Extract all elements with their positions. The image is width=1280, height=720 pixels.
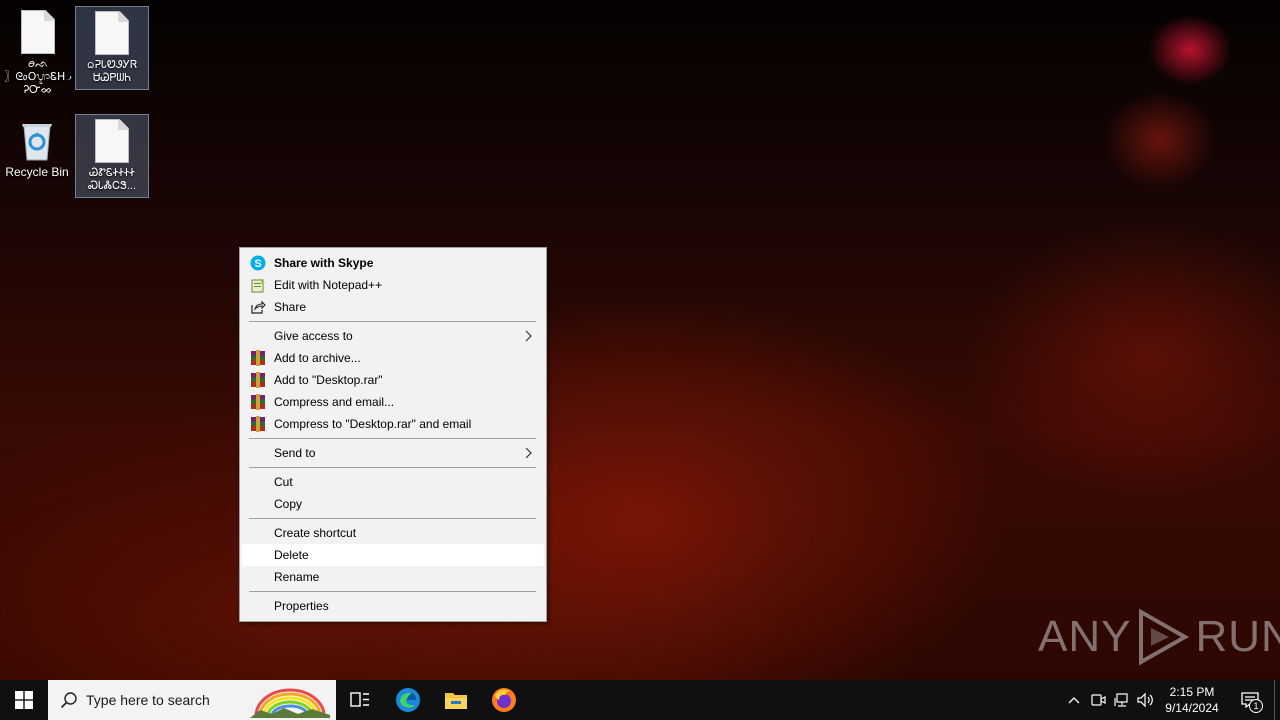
edge-icon <box>396 688 420 712</box>
clock[interactable]: 2:15 PM 9/14/2024 <box>1158 680 1226 720</box>
desktop-recycle-bin[interactable]: Recycle Bin <box>0 114 74 184</box>
menu-item-label: Properties <box>274 599 329 613</box>
svg-text:S: S <box>254 258 261 270</box>
menu-separator <box>249 438 536 439</box>
taskbar-search-box[interactable]: Type here to search <box>48 680 336 720</box>
desktop-icon-label: Recycle Bin <box>5 165 69 179</box>
winrar-icon <box>251 416 265 432</box>
menu-item-add-to-archive[interactable]: Add to archive... <box>242 347 544 369</box>
network-icon <box>1114 693 1128 707</box>
menu-item-label: Add to "Desktop.rar" <box>274 373 383 387</box>
menu-item-copy[interactable]: Copy <box>242 493 544 515</box>
menu-item-add-to-desktop-rar[interactable]: Add to "Desktop.rar" <box>242 369 544 391</box>
menu-item-label: Share with Skype <box>274 256 374 270</box>
context-menu: S Share with Skype Edit with Notepad++ S… <box>239 247 547 622</box>
windows-logo-icon <box>15 691 33 709</box>
search-placeholder: Type here to search <box>86 692 210 708</box>
menu-item-edit-with-notepad[interactable]: Edit with Notepad++ <box>242 274 544 296</box>
watermark-right: RUN <box>1195 612 1280 661</box>
show-desktop-button[interactable] <box>1274 680 1280 720</box>
search-icon <box>60 692 77 709</box>
menu-item-label: Cut <box>274 475 293 489</box>
file-explorer-icon <box>445 693 467 709</box>
volume-button[interactable] <box>1134 680 1158 720</box>
notification-count-badge: 1 <box>1249 699 1263 713</box>
system-tray: 2:15 PM 9/14/2024 1 <box>1062 680 1280 720</box>
menu-item-label: Compress and email... <box>274 395 395 409</box>
search-highlight-rainbow-icon <box>250 688 330 718</box>
chevron-right-icon <box>525 447 532 459</box>
menu-item-label: Share <box>274 300 307 314</box>
desktop-icon-label: ᨵᕈᏓᏬᏭᎩᏒ ᏌᏊᏢᗯᏂ <box>86 59 138 84</box>
task-view-icon <box>350 692 369 707</box>
edge-button[interactable] <box>384 680 432 720</box>
menu-item-compress-to-desktop-rar-and-email[interactable]: Compress to "Desktop.rar" and email <box>242 413 544 435</box>
menu-item-send-to[interactable]: Send to <box>242 442 544 464</box>
notifications-button[interactable]: 1 <box>1226 680 1274 720</box>
menu-separator <box>249 467 536 468</box>
menu-item-delete[interactable]: Delete <box>242 544 544 566</box>
menu-item-properties[interactable]: Properties <box>242 595 544 617</box>
desktop-file-icon-1[interactable]: ꪮᨒ 〗ᘓ᥆ᱛᬌᏋᕼ᎕ ᎮᏅᨖ <box>1 6 75 102</box>
menu-item-cut[interactable]: Cut <box>242 471 544 493</box>
firefox-button[interactable] <box>480 680 528 720</box>
menu-item-label: Give access to <box>274 329 353 343</box>
menu-item-label: Send to <box>274 446 316 460</box>
task-view-button[interactable] <box>336 680 384 720</box>
winrar-icon <box>251 372 265 388</box>
file-explorer-button[interactable] <box>432 680 480 720</box>
menu-item-label: Copy <box>274 497 303 511</box>
winrar-icon <box>251 350 265 366</box>
menu-item-label: Rename <box>274 570 320 584</box>
menu-item-share[interactable]: Share <box>242 296 544 318</box>
desktop-file-icon-3[interactable]: ᏊᏑᏋᏐᏐᏐᏐ ᏍᏓᏜᏟᏕ... <box>75 114 149 198</box>
meet-now-icon <box>1091 694 1106 706</box>
start-button[interactable] <box>0 680 48 720</box>
file-icon <box>95 119 129 163</box>
anyrun-watermark: ANY RUN <box>1038 608 1280 666</box>
menu-item-label: Add to archive... <box>274 351 361 365</box>
menu-item-compress-and-email[interactable]: Compress and email... <box>242 391 544 413</box>
chevron-right-icon <box>525 330 532 342</box>
network-button[interactable] <box>1110 680 1134 720</box>
menu-item-label: Edit with Notepad++ <box>274 278 383 292</box>
firefox-icon <box>492 688 516 712</box>
recycle-bin-icon <box>22 124 52 161</box>
menu-item-give-access-to[interactable]: Give access to <box>242 325 544 347</box>
menu-item-share-with-skype[interactable]: S Share with Skype <box>242 252 544 274</box>
desktop-file-icon-2[interactable]: ᨵᕈᏓᏬᏭᎩᏒ ᏌᏊᏢᗯᏂ <box>75 6 149 90</box>
menu-separator <box>249 518 536 519</box>
desktop-icon-label: ᏊᏑᏋᏐᏐᏐᏐ ᏍᏓᏜᏟᏕ... <box>87 167 137 192</box>
desktop-icon-label: ꪮᨒ 〗ᘓ᥆ᱛᬌᏋᕼ᎕ ᎮᏅᨖ <box>4 58 72 96</box>
menu-separator <box>249 591 536 592</box>
file-icon <box>95 11 129 55</box>
share-icon <box>251 300 266 314</box>
taskbar: Type here to search 2:15 PM 9/14/2024 1 <box>0 680 1280 720</box>
menu-item-label: Compress to "Desktop.rar" and email <box>274 417 472 431</box>
menu-item-rename[interactable]: Rename <box>242 566 544 588</box>
show-hidden-icons-button[interactable] <box>1062 680 1086 720</box>
notepad-plus-plus-icon <box>251 278 265 293</box>
menu-separator <box>249 321 536 322</box>
skype-icon: S <box>250 255 266 271</box>
chevron-up-icon <box>1068 697 1080 704</box>
play-triangle-icon <box>1139 608 1190 666</box>
speaker-icon <box>1137 692 1153 708</box>
menu-item-label: Create shortcut <box>274 526 357 540</box>
menu-item-create-shortcut[interactable]: Create shortcut <box>242 522 544 544</box>
menu-item-label: Delete <box>274 548 309 562</box>
clock-time: 2:15 PM <box>1169 685 1215 699</box>
clock-date: 9/14/2024 <box>1165 701 1219 715</box>
file-icon <box>21 10 55 54</box>
winrar-icon <box>251 394 265 410</box>
watermark-left: ANY <box>1038 612 1132 661</box>
tray-app-button[interactable] <box>1086 680 1110 720</box>
